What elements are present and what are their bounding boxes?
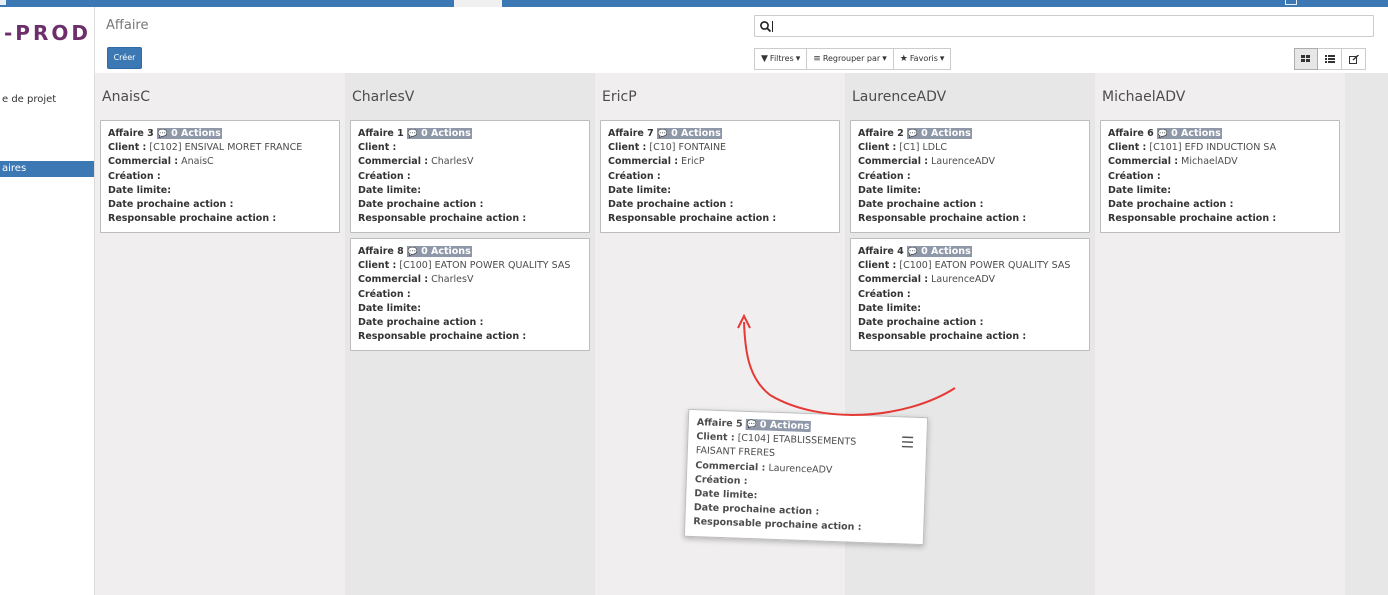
drag-handle-icon[interactable]: ☰ — [901, 433, 915, 451]
filters-label: Filtres — [769, 54, 794, 63]
kanban-card[interactable]: Affaire 1 💬 0 Actions Client : Commercia… — [350, 120, 590, 234]
kanban-column-empty — [1345, 73, 1388, 595]
card-client: [C100] EATON POWER QUALITY SAS — [899, 260, 1071, 272]
caret-down-icon: ▾ — [795, 54, 801, 64]
column-title: AnaisC — [102, 89, 150, 105]
actions-badge[interactable]: 💬 0 Actions — [906, 246, 972, 257]
app-logo: -PROD — [4, 21, 91, 45]
card-commercial: AnaisC — [181, 156, 214, 168]
search-icon — [760, 21, 772, 33]
chat-icon: 💬 — [746, 419, 757, 430]
kanban-card[interactable]: Affaire 7 💬 0 Actions Client : [C10] FON… — [600, 120, 840, 234]
chat-icon: 💬 — [407, 247, 418, 256]
caret-down-icon: ▾ — [882, 54, 887, 64]
control-panel: Affaire Créer ▼ Filtres ▾ ≡ Regrouper pa… — [95, 7, 1388, 73]
apps-menu-icon[interactable] — [0, 0, 6, 5]
chat-icon: 💬 — [157, 129, 168, 138]
card-client: [C101] EFD INDUCTION SA — [1149, 142, 1277, 154]
card-commercial: CharlesV — [431, 274, 474, 286]
search-box[interactable] — [754, 15, 1374, 37]
search-options: ▼ Filtres ▾ ≡ Regrouper par ▾ ★ Favoris … — [754, 48, 952, 70]
caret-down-icon: ▾ — [939, 54, 945, 64]
card-commercial: LaurenceADV — [931, 274, 996, 286]
chat-icon: 💬 — [907, 129, 918, 138]
column-title: EricP — [602, 89, 637, 105]
kanban-card[interactable]: Affaire 2 💬 0 Actions Client : [C1] LDLC… — [850, 120, 1090, 234]
card-title: Affaire 8 — [358, 246, 404, 257]
dragged-kanban-card[interactable]: ☰ Affaire 5 💬 0 Actions Client : [C104] … — [683, 408, 929, 546]
kanban-card[interactable]: Affaire 4 💬 0 Actions Client : [C100] EA… — [850, 238, 1090, 352]
star-icon: ★ — [899, 54, 908, 64]
card-commercial: EricP — [681, 156, 705, 168]
kanban-card[interactable]: Affaire 6 💬 0 Actions Client : [C101] EF… — [1100, 120, 1340, 234]
chat-icon: 💬 — [657, 129, 668, 138]
card-title: Affaire 3 — [108, 128, 154, 139]
chat-icon: 💬 — [407, 129, 418, 138]
column-title: CharlesV — [352, 89, 415, 105]
view-switcher — [1294, 48, 1366, 70]
sidebar-item-projet[interactable]: e de projet — [0, 94, 56, 105]
actions-badge[interactable]: 💬 0 Actions — [406, 246, 472, 257]
kanban-card[interactable]: Affaire 3 💬 0 Actions Client : [C102] EN… — [100, 120, 340, 234]
actions-badge[interactable]: 💬 0 Actions — [1156, 128, 1222, 139]
actions-badge[interactable]: 💬 0 Actions — [656, 128, 722, 139]
card-client: [C10] FONTAINE — [649, 142, 727, 154]
kanban-column: MichaelADV Affaire 6 💬 0 Actions Client … — [1095, 73, 1345, 595]
actions-badge[interactable]: 💬 0 Actions — [906, 128, 972, 139]
card-commercial: LaurenceADV — [931, 156, 996, 168]
card-client: [C102] ENSIVAL MORET FRANCE — [149, 142, 303, 154]
form-view-icon[interactable] — [1342, 48, 1366, 70]
favorites-label: Favoris — [909, 54, 938, 63]
chat-icon: 💬 — [907, 247, 918, 256]
card-title: Affaire 4 — [858, 246, 904, 257]
column-title: LaurenceADV — [852, 89, 947, 105]
actions-badge[interactable]: 💬 0 Actions — [406, 128, 472, 139]
card-title: Affaire 1 — [358, 128, 404, 139]
filters-button[interactable]: ▼ Filtres ▾ — [754, 48, 808, 70]
create-button[interactable]: Créer — [107, 47, 142, 69]
list-view-icon[interactable] — [1318, 48, 1342, 70]
card-title: Affaire 7 — [608, 128, 654, 139]
sidebar-item-affaires[interactable]: aires — [0, 161, 94, 177]
top-menu-tab-active[interactable] — [454, 0, 502, 7]
card-client: [C1] LDLC — [899, 142, 948, 154]
filter-icon: ▼ — [761, 54, 768, 64]
kanban-view-icon[interactable] — [1294, 48, 1318, 70]
groupby-button[interactable]: ≡ Regrouper par ▾ — [807, 48, 894, 70]
kanban-column: CharlesV Affaire 1 💬 0 Actions Client : … — [345, 73, 595, 595]
favorites-button[interactable]: ★ Favoris ▾ — [893, 48, 952, 70]
list-icon: ≡ — [813, 54, 821, 64]
breadcrumb: Affaire — [106, 18, 149, 33]
kanban-column: AnaisC Affaire 3 💬 0 Actions Client : [C… — [95, 73, 345, 595]
actions-badge[interactable]: 💬 0 Actions — [156, 128, 222, 139]
kanban-card[interactable]: Affaire 8 💬 0 Actions Client : [C100] EA… — [350, 238, 590, 352]
groupby-label: Regrouper par — [822, 54, 881, 63]
search-input[interactable] — [773, 19, 1363, 34]
card-title: Affaire 5 — [696, 417, 743, 430]
actions-badge[interactable]: 💬 0 Actions — [745, 418, 811, 433]
card-commercial: CharlesV — [431, 156, 474, 168]
card-commercial: LaurenceADV — [768, 462, 833, 476]
user-menu-icon[interactable] — [1285, 0, 1297, 5]
card-title: Affaire 2 — [858, 128, 904, 139]
chat-icon: 💬 — [1157, 129, 1168, 138]
sidebar: -PROD e de projet aires — [0, 7, 95, 595]
top-navbar — [0, 0, 1388, 7]
column-title: MichaelADV — [1102, 89, 1186, 105]
card-title: Affaire 6 — [1108, 128, 1154, 139]
card-commercial: MichaelADV — [1181, 156, 1238, 168]
card-client: [C100] EATON POWER QUALITY SAS — [399, 260, 571, 272]
